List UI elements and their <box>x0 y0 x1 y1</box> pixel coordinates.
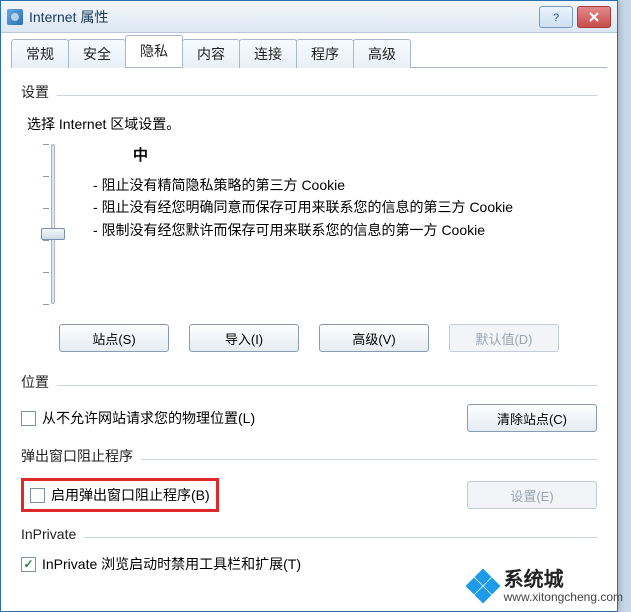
enable-popup-blocker-checkbox[interactable] <box>30 488 45 503</box>
never-allow-location-label: 从不允许网站请求您的物理位置(L) <box>42 408 255 428</box>
tab-security[interactable]: 安全 <box>68 39 126 68</box>
tab-strip: 常规 安全 隐私 内容 连接 程序 高级 <box>1 33 617 67</box>
default-button: 默认值(D) <box>449 324 559 352</box>
divider <box>57 385 597 386</box>
internet-options-icon <box>7 9 23 25</box>
tab-general[interactable]: 常规 <box>11 39 69 68</box>
window-title: Internet 属性 <box>29 7 535 27</box>
zone-select-label: 选择 Internet 区域设置。 <box>27 114 597 134</box>
privacy-bullet: 阻止没有经您明确同意而保存可用来联系您的信息的第三方 Cookie <box>93 196 597 218</box>
divider <box>57 95 597 96</box>
privacy-bullet: 阻止没有精简隐私策略的第三方 Cookie <box>93 174 597 196</box>
privacy-level-label: 中 <box>133 144 597 168</box>
tab-content[interactable]: 内容 <box>182 39 240 68</box>
tab-connections[interactable]: 连接 <box>239 39 297 68</box>
privacy-level-slider[interactable] <box>41 144 65 304</box>
help-button[interactable]: ? <box>539 6 573 28</box>
inprivate-section: InPrivate InPrivate 浏览启动时禁用工具栏和扩展(T) <box>21 526 597 574</box>
divider <box>141 459 597 460</box>
popup-settings-button: 设置(E) <box>467 481 597 509</box>
inprivate-title: InPrivate <box>21 526 76 542</box>
tab-privacy[interactable]: 隐私 <box>125 35 183 67</box>
privacy-level-description: 阻止没有精简隐私策略的第三方 Cookie 阻止没有经您明确同意而保存可用来联系… <box>93 174 597 241</box>
titlebar[interactable]: Internet 属性 ? <box>1 1 617 33</box>
privacy-panel: 设置 选择 Internet 区域设置。 <box>11 67 607 602</box>
inprivate-disable-toolbars-checkbox[interactable] <box>21 557 36 572</box>
svg-text:?: ? <box>553 12 559 23</box>
popup-highlight: 启用弹出窗口阻止程序(B) <box>21 478 219 512</box>
clear-sites-button[interactable]: 清除站点(C) <box>467 404 597 432</box>
location-title: 位置 <box>21 372 49 392</box>
close-button[interactable] <box>577 6 611 28</box>
enable-popup-blocker-label: 启用弹出窗口阻止程序(B) <box>51 485 210 505</box>
popup-title: 弹出窗口阻止程序 <box>21 446 133 466</box>
watermark-logo-icon <box>468 571 498 601</box>
privacy-bullet: 限制没有经您默许而保存可用来联系您的信息的第一方 Cookie <box>93 219 597 241</box>
internet-properties-dialog: Internet 属性 ? 常规 安全 隐私 内容 连接 程序 高级 设置 选择… <box>0 0 618 612</box>
popup-blocker-section: 弹出窗口阻止程序 启用弹出窗口阻止程序(B) 设置(E) <box>21 446 597 512</box>
import-button[interactable]: 导入(I) <box>189 324 299 352</box>
settings-title: 设置 <box>21 82 49 102</box>
window-buttons: ? <box>535 6 611 28</box>
settings-section: 设置 选择 Internet 区域设置。 <box>21 82 597 352</box>
inprivate-disable-toolbars-label: InPrivate 浏览启动时禁用工具栏和扩展(T) <box>42 554 301 574</box>
tab-programs[interactable]: 程序 <box>296 39 354 68</box>
advanced-button[interactable]: 高级(V) <box>319 324 429 352</box>
location-section: 位置 从不允许网站请求您的物理位置(L) 清除站点(C) <box>21 372 597 432</box>
tab-advanced[interactable]: 高级 <box>353 39 411 68</box>
divider <box>84 537 597 538</box>
slider-thumb[interactable] <box>41 228 65 240</box>
watermark-brand: 系统城 <box>504 569 564 591</box>
never-allow-location-checkbox[interactable] <box>21 411 36 426</box>
watermark: 系统城 www.xitongcheng.com <box>468 569 623 604</box>
watermark-url: www.xitongcheng.com <box>504 591 623 604</box>
sites-button[interactable]: 站点(S) <box>59 324 169 352</box>
